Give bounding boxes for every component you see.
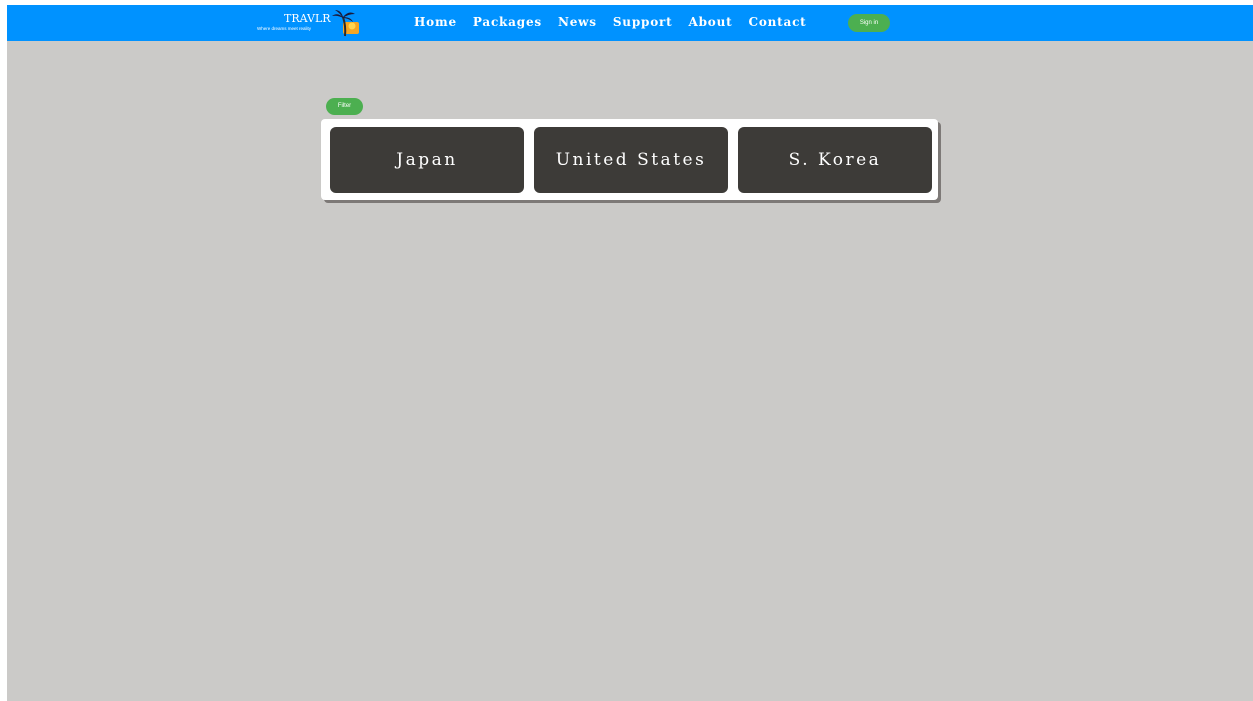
nav-link-home[interactable]: Home (414, 15, 457, 29)
travlr-logo[interactable]: TRAVLR Where dreams meet reality (257, 8, 367, 38)
country-card-panel: Japan United States S. Korea (321, 119, 938, 200)
nav-link-about[interactable]: About (688, 15, 732, 29)
country-card-japan[interactable]: Japan (330, 127, 524, 193)
filter-button[interactable]: Filter (326, 98, 363, 115)
nav-link-support[interactable]: Support (613, 15, 673, 29)
logo-text: TRAVLR (284, 12, 331, 25)
country-card-united-states[interactable]: United States (534, 127, 728, 193)
nav-link-packages[interactable]: Packages (473, 15, 542, 29)
nav-links: Home Packages News Support About Contact (414, 15, 823, 29)
country-card-s-korea[interactable]: S. Korea (738, 127, 932, 193)
palm-tree-icon (332, 10, 359, 37)
logo-tagline: Where dreams meet reality (257, 26, 312, 31)
page-viewport: TRAVLR Where dreams meet reality Home Pa… (7, 5, 1253, 701)
nav-link-contact[interactable]: Contact (748, 15, 806, 29)
nav-link-news[interactable]: News (558, 15, 597, 29)
top-navbar: TRAVLR Where dreams meet reality Home Pa… (7, 5, 1253, 41)
sign-in-button[interactable]: Sign in (848, 14, 890, 32)
